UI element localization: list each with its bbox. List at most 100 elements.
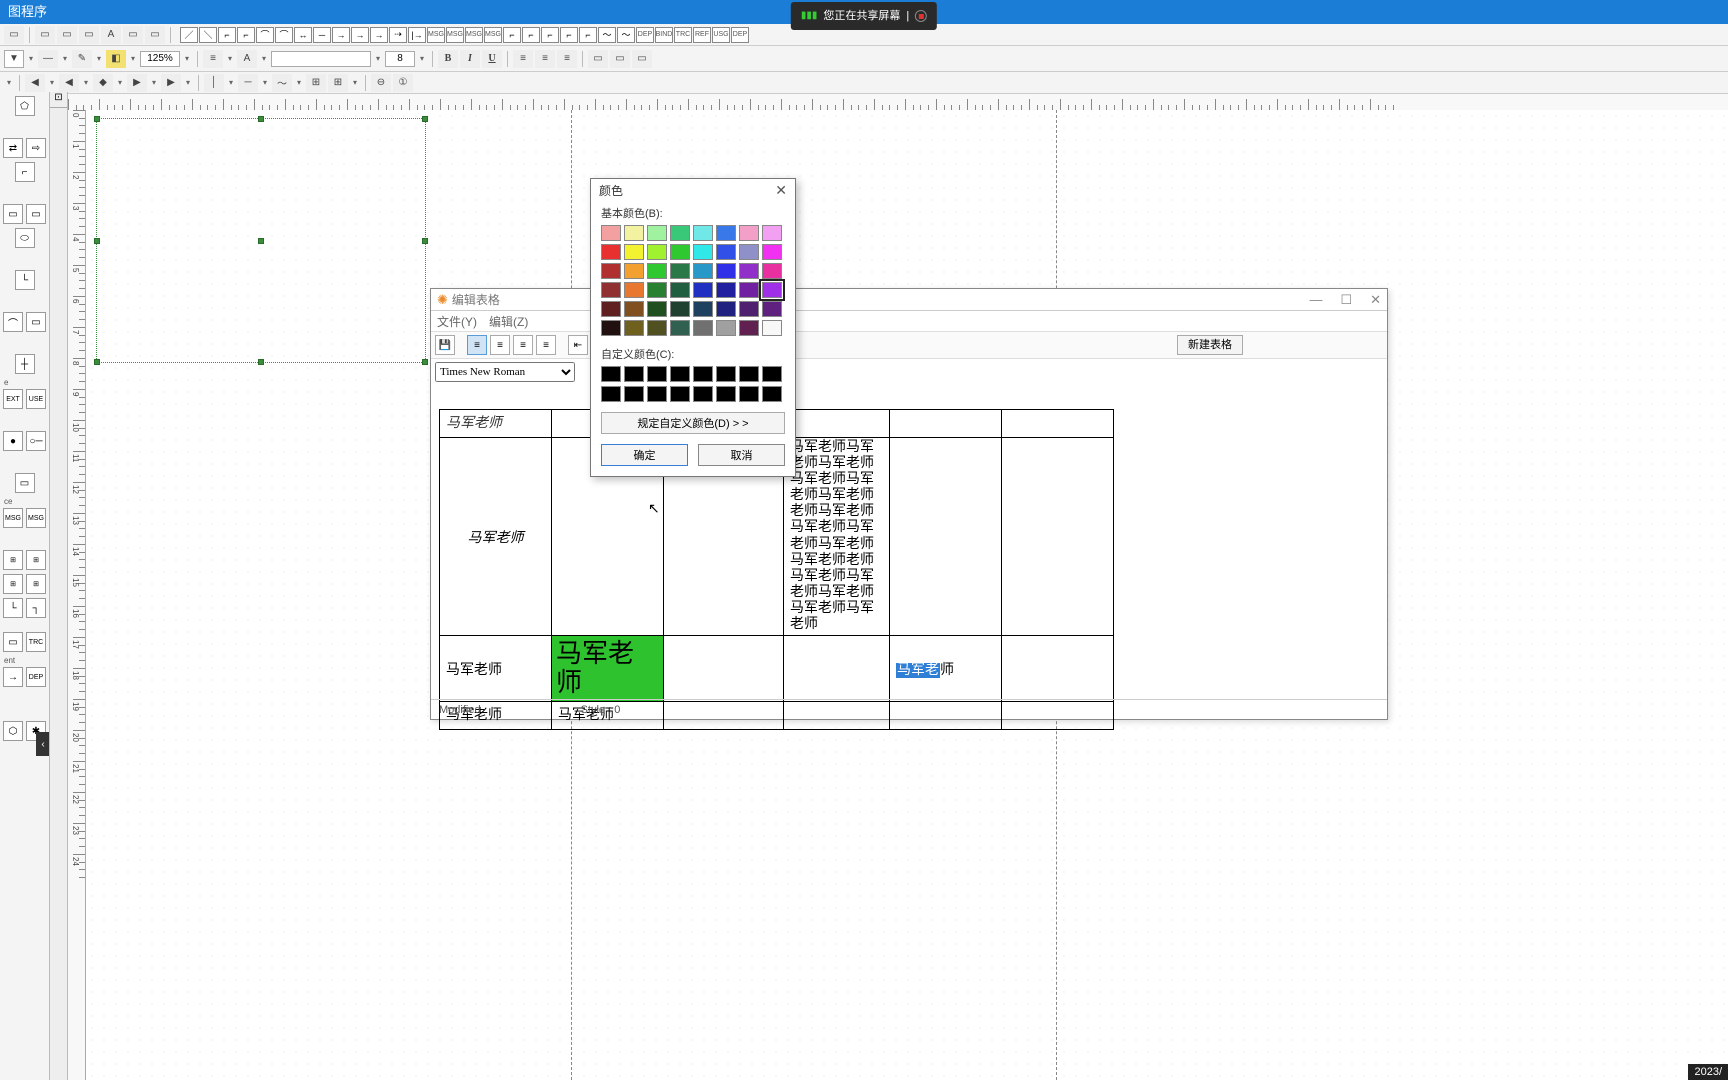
text-color-btn[interactable]: A [237, 50, 257, 68]
arrange-btn[interactable]: ～ [272, 74, 292, 92]
arrange-btn[interactable]: ⊖ [371, 74, 391, 92]
color-swatch[interactable] [601, 225, 621, 241]
resize-handle[interactable] [422, 359, 428, 365]
connector-icon[interactable]: DEP [636, 27, 654, 43]
palette-btn[interactable]: TRC [26, 632, 46, 652]
custom-color-swatch[interactable] [739, 366, 759, 382]
palette-btn[interactable]: ┼ [15, 354, 35, 374]
maximize-button[interactable]: ☐ [1340, 292, 1352, 308]
connector-icon[interactable]: ↔ [294, 27, 312, 43]
color-swatch[interactable] [739, 244, 759, 260]
resize-handle[interactable] [94, 238, 100, 244]
indent-btn[interactable]: ⇤ [568, 335, 588, 355]
color-swatch[interactable] [693, 282, 713, 298]
color-swatch[interactable] [693, 244, 713, 260]
color-swatch[interactable] [716, 301, 736, 317]
tool-btn[interactable]: ▭ [79, 26, 99, 44]
palette-btn[interactable]: ⇄ [3, 138, 23, 158]
color-swatch[interactable] [739, 282, 759, 298]
palette-btn[interactable]: USE [26, 389, 46, 409]
connector-icon[interactable]: ⌒ [275, 27, 293, 43]
color-swatch[interactable] [716, 244, 736, 260]
arrange-btn[interactable]: ▶ [161, 74, 181, 92]
color-swatch[interactable] [693, 301, 713, 317]
connector-icon[interactable]: ─ [313, 27, 331, 43]
color-swatch[interactable] [693, 225, 713, 241]
zoom-input[interactable] [140, 51, 180, 67]
custom-color-swatch[interactable] [624, 366, 644, 382]
custom-color-swatch[interactable] [624, 386, 644, 402]
color-swatch[interactable] [624, 225, 644, 241]
resize-handle[interactable] [422, 116, 428, 122]
connector-icon[interactable]: → [332, 27, 350, 43]
table-cell[interactable] [664, 636, 784, 702]
pen-btn[interactable]: ✎ [72, 50, 92, 68]
dropdown-icon[interactable]: ▾ [373, 50, 383, 68]
color-swatch[interactable] [739, 320, 759, 336]
color-swatch[interactable] [624, 263, 644, 279]
connector-icon[interactable]: MSG [427, 27, 445, 43]
color-swatch[interactable] [693, 320, 713, 336]
arrange-btn[interactable]: ◀ [25, 74, 45, 92]
custom-color-swatch[interactable] [716, 366, 736, 382]
color-swatch[interactable] [601, 244, 621, 260]
valign-mid-btn[interactable]: ▭ [610, 50, 630, 68]
custom-color-swatch[interactable] [739, 386, 759, 402]
connector-icon[interactable]: ⇢ [389, 27, 407, 43]
dropdown-icon[interactable]: ▾ [182, 50, 192, 68]
tool-btn[interactable]: ▭ [35, 26, 55, 44]
valign-top-btn[interactable]: ▭ [588, 50, 608, 68]
color-swatch[interactable] [670, 225, 690, 241]
dropdown-icon[interactable]: ▾ [417, 50, 427, 68]
color-swatch[interactable] [670, 301, 690, 317]
ok-button[interactable]: 确定 [601, 444, 688, 466]
palette-btn[interactable]: ▭ [3, 204, 23, 224]
palette-btn[interactable]: → [3, 667, 23, 687]
connector-icon[interactable]: MSG [465, 27, 483, 43]
table-cell[interactable] [1002, 438, 1114, 636]
palette-btn[interactable]: ⌐ [15, 162, 35, 182]
connector-icon[interactable]: ⌐ [503, 27, 521, 43]
connector-icon[interactable]: ⌐ [579, 27, 597, 43]
table-cell[interactable]: 马军老师 [440, 438, 552, 636]
color-swatch[interactable] [601, 320, 621, 336]
cancel-button[interactable]: 取消 [698, 444, 785, 466]
menu-file[interactable]: 文件(Y) [437, 313, 477, 330]
tool-btn[interactable]: ▭ [123, 26, 143, 44]
align-center-btn[interactable]: ≡ [490, 335, 510, 355]
color-swatch[interactable] [739, 225, 759, 241]
resize-handle[interactable] [94, 116, 100, 122]
connector-icon[interactable]: DEP [731, 27, 749, 43]
color-swatch[interactable] [647, 301, 667, 317]
align-left-btn[interactable]: ≡ [513, 50, 533, 68]
table-cell[interactable] [1002, 410, 1114, 438]
connector-icon[interactable]: REF [693, 27, 711, 43]
palette-btn[interactable]: ⊞ [3, 574, 23, 594]
palette-btn[interactable]: ▭ [26, 312, 46, 332]
color-swatch[interactable] [670, 282, 690, 298]
line-color-btn[interactable]: ― [38, 50, 58, 68]
palette-btn[interactable]: ⬡ [3, 721, 23, 741]
palette-btn[interactable]: ⊞ [26, 574, 46, 594]
dropdown-icon[interactable]: ▾ [225, 50, 235, 68]
color-swatch[interactable] [624, 244, 644, 260]
resize-handle[interactable] [258, 238, 264, 244]
dropdown-icon[interactable]: ▾ [60, 50, 70, 68]
table-cell[interactable]: 马军老师马军老师马军老师马军老师马军老师马军老师老师马军老师马军老师马军老师马军… [784, 438, 890, 636]
window-titlebar[interactable]: ✺ 编辑表格 — ☐ ✕ [431, 289, 1387, 311]
highlight-btn[interactable]: ◧ [106, 50, 126, 68]
table-cell[interactable] [784, 636, 890, 702]
connector-icon[interactable]: BIND [655, 27, 673, 43]
palette-btn[interactable]: ○─ [26, 431, 46, 451]
connector-icon[interactable]: ⌐ [522, 27, 540, 43]
color-swatch[interactable] [601, 282, 621, 298]
palette-collapse[interactable]: ‹ [36, 732, 50, 756]
tool-btn[interactable]: ▭ [4, 26, 24, 44]
arrange-btn[interactable]: ⊞ [306, 74, 326, 92]
color-swatch[interactable] [716, 320, 736, 336]
color-swatch[interactable] [647, 282, 667, 298]
color-swatch[interactable] [693, 263, 713, 279]
connector-icon[interactable]: MSG [446, 27, 464, 43]
selection-box[interactable] [96, 118, 426, 363]
color-swatch[interactable] [670, 320, 690, 336]
